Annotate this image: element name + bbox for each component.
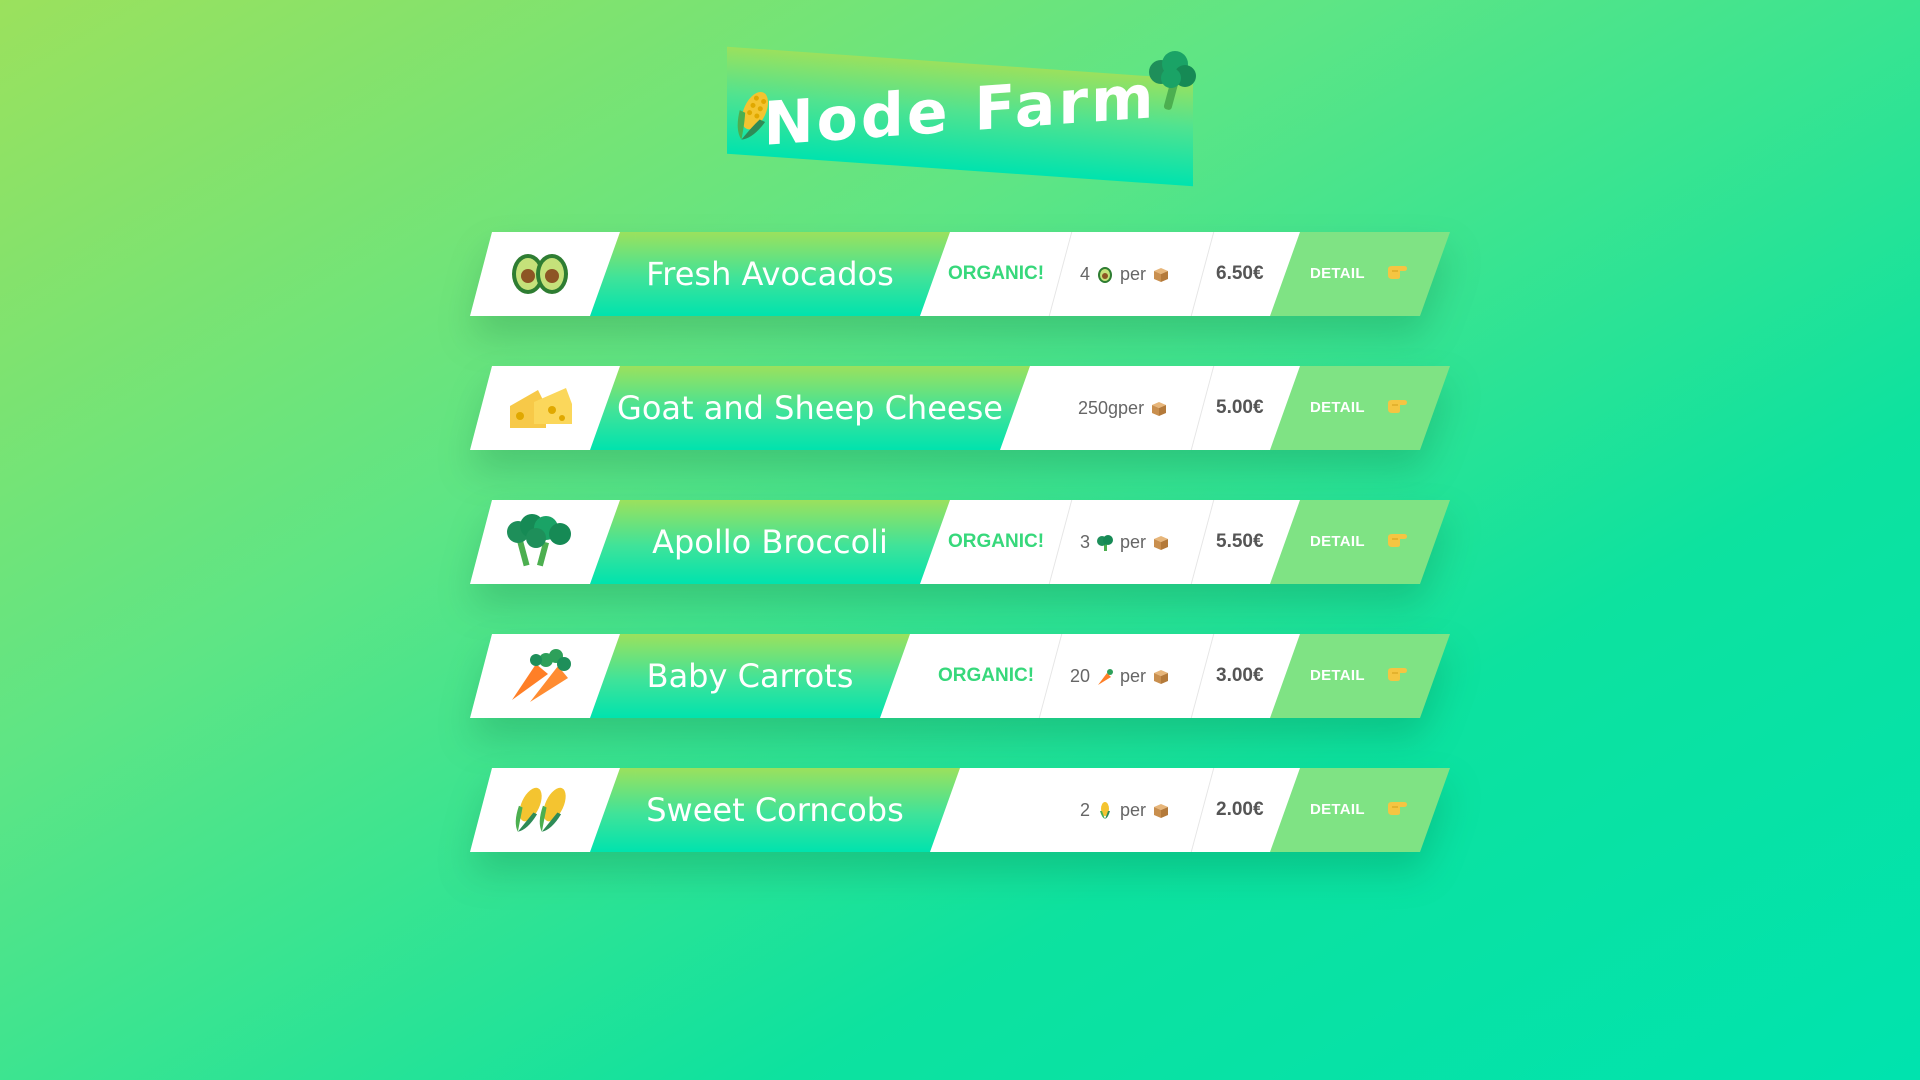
- detail-label[interactable]: DETAIL: [1310, 634, 1365, 718]
- broccoli-icon: [1097, 535, 1114, 552]
- quantity-value: 4: [1080, 264, 1091, 284]
- product-name[interactable]: Sweet Corncobs: [590, 768, 960, 852]
- detail-label[interactable]: DETAIL: [1310, 768, 1365, 852]
- avocado-icon: [506, 244, 574, 304]
- product-price: 5.50€: [1216, 531, 1264, 552]
- pointing-hand-icon[interactable]: [1386, 662, 1410, 684]
- avocado-icon: [1098, 267, 1113, 284]
- product-price: 6.50€: [1216, 263, 1264, 284]
- product-name[interactable]: Goat and Sheep Cheese: [590, 366, 1030, 450]
- box-icon: [1154, 804, 1169, 819]
- product-title-banner[interactable]: Fresh Avocados: [590, 232, 950, 316]
- corn-icon: [1100, 802, 1111, 820]
- corn-icon: [737, 91, 769, 140]
- app-logo-banner: Node Farm: [727, 46, 1193, 187]
- product-card[interactable]: Apollo Broccoli ORGANIC! 3 per 5.50€ DETA…: [470, 500, 1450, 584]
- detail-label[interactable]: DETAIL: [1310, 500, 1365, 584]
- organic-badge: ORGANIC!: [938, 665, 1035, 686]
- per-label: per: [1120, 264, 1147, 284]
- per-label: per: [1120, 800, 1147, 820]
- quantity-per-box: 4 per: [1080, 232, 1176, 316]
- app-title: Node Farm: [763, 62, 1157, 160]
- per-label: per: [1120, 666, 1147, 686]
- per-label: per: [1118, 398, 1145, 418]
- box-icon: [1154, 536, 1169, 551]
- pointing-hand-icon[interactable]: [1386, 260, 1410, 282]
- carrot-icon: [1098, 669, 1114, 686]
- product-card[interactable]: Goat and Sheep Cheese 250gper 5.00€ DETA…: [470, 366, 1450, 450]
- pointing-hand-icon[interactable]: [1386, 796, 1410, 818]
- detail-label[interactable]: DETAIL: [1310, 366, 1365, 450]
- product-title-banner[interactable]: Sweet Corncobs: [590, 768, 960, 852]
- per-label: per: [1120, 532, 1147, 552]
- pointing-hand-icon[interactable]: [1386, 394, 1410, 416]
- quantity-per-box: 250gper: [1078, 366, 1174, 450]
- detail-button[interactable]: DETAIL: [1270, 232, 1450, 316]
- product-title-banner[interactable]: Goat and Sheep Cheese: [590, 366, 1030, 450]
- product-card[interactable]: Baby Carrots ORGANIC! 20 per 3.00€ DETAIL: [470, 634, 1450, 718]
- detail-button[interactable]: DETAIL: [1270, 366, 1450, 450]
- organic-badge: ORGANIC!: [948, 263, 1045, 284]
- box-icon: [1154, 268, 1169, 283]
- corn-icon: [506, 780, 574, 840]
- quantity-per-box: 3 per: [1080, 500, 1176, 584]
- product-title-banner[interactable]: Baby Carrots: [590, 634, 910, 718]
- product-name[interactable]: Baby Carrots: [590, 634, 910, 718]
- box-icon: [1152, 402, 1167, 417]
- detail-button[interactable]: DETAIL: [1270, 634, 1450, 718]
- quantity-per-box: 2 per: [1080, 768, 1176, 852]
- cheese-icon: [506, 378, 574, 438]
- box-icon: [1154, 670, 1169, 685]
- quantity-value: 3: [1080, 532, 1091, 552]
- detail-button[interactable]: DETAIL: [1270, 500, 1450, 584]
- quantity-value: 20: [1070, 666, 1091, 686]
- broccoli-icon: [506, 512, 574, 572]
- quantity-value: 250g: [1078, 398, 1119, 418]
- quantity-value: 2: [1080, 800, 1091, 820]
- carrot-icon: [506, 646, 574, 706]
- product-name[interactable]: Fresh Avocados: [590, 232, 950, 316]
- product-name[interactable]: Apollo Broccoli: [590, 500, 950, 584]
- pointing-hand-icon[interactable]: [1386, 528, 1410, 550]
- broccoli-icon: [1149, 51, 1196, 110]
- detail-label[interactable]: DETAIL: [1310, 232, 1365, 316]
- product-title-banner[interactable]: Apollo Broccoli: [590, 500, 950, 584]
- product-card[interactable]: Fresh Avocados ORGANIC! 4 per 6.50€ DETAI…: [470, 232, 1450, 316]
- organic-badge: ORGANIC!: [948, 531, 1045, 552]
- detail-button[interactable]: DETAIL: [1270, 768, 1450, 852]
- product-card[interactable]: Sweet Corncobs 2 per 2.00€ DETAIL: [470, 768, 1450, 852]
- product-price: 3.00€: [1216, 665, 1264, 686]
- product-price: 5.00€: [1216, 397, 1264, 418]
- quantity-per-box: 20 per: [1070, 634, 1176, 718]
- product-price: 2.00€: [1216, 799, 1264, 820]
